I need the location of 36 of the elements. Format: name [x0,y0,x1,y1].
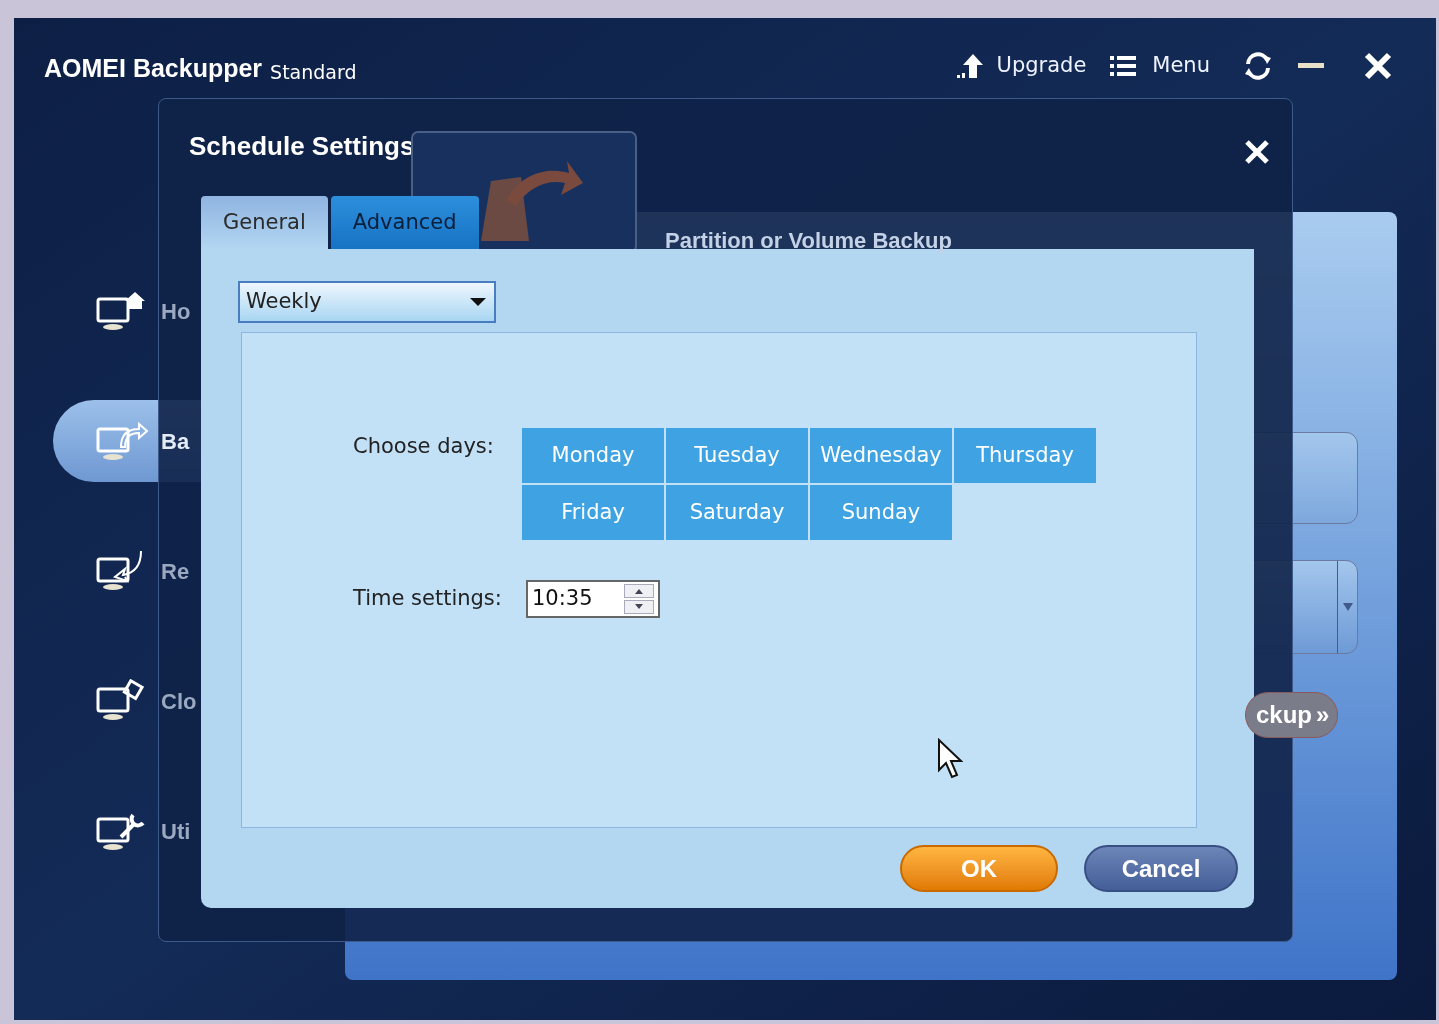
time-label: Time settings: [353,585,503,613]
dialog-title: Schedule Settings [189,130,415,163]
day-button[interactable]: Tuesday [666,428,808,483]
upload-arrow-icon [954,52,985,80]
refresh-icon[interactable] [1242,50,1274,82]
dialog-tab[interactable]: Advanced [330,196,479,249]
monitor-arrow-icon [95,419,149,463]
main-heading: Partition or Volume Backup [665,227,952,255]
day-button[interactable]: Friday [522,485,664,540]
dialog-tab[interactable]: General [201,196,328,249]
mouse-pointer-icon [937,738,963,780]
day-button[interactable]: Thursday [954,428,1096,483]
close-icon[interactable] [1364,52,1392,80]
cancel-button[interactable]: Cancel [1084,845,1238,892]
sidebar-item[interactable]: Ho [53,270,213,352]
time-field[interactable]: 10:35 [526,580,660,618]
menu-button[interactable]: Menu [1110,50,1210,82]
spinner-arrows-icon[interactable] [624,584,654,614]
app-title: AOMEI Backupper [44,53,263,84]
day-button[interactable]: Wednesday [810,428,952,483]
dropdown-arrow-icon [470,298,486,306]
day-button[interactable]: Sunday [810,485,952,540]
upgrade-button[interactable]: Upgrade [954,50,1087,82]
minimize-icon[interactable] [1298,63,1324,69]
days-label: Choose days: [353,433,495,460]
sidebar-item[interactable]: Uti [53,790,213,872]
dialog-close-icon[interactable] [1244,139,1270,165]
day-button[interactable]: Monday [522,428,664,483]
sidebar-item[interactable]: Clo [53,660,213,742]
start-backup-button[interactable]: ckup » [1245,692,1339,738]
sidebar-item[interactable]: Re [53,530,213,612]
frequency-dropdown[interactable]: Weekly [238,281,496,323]
menu-icon [1110,55,1137,77]
app-edition: Standard [270,60,357,85]
day-button[interactable]: Saturday [666,485,808,540]
dropdown-arrow-icon [1342,603,1353,611]
